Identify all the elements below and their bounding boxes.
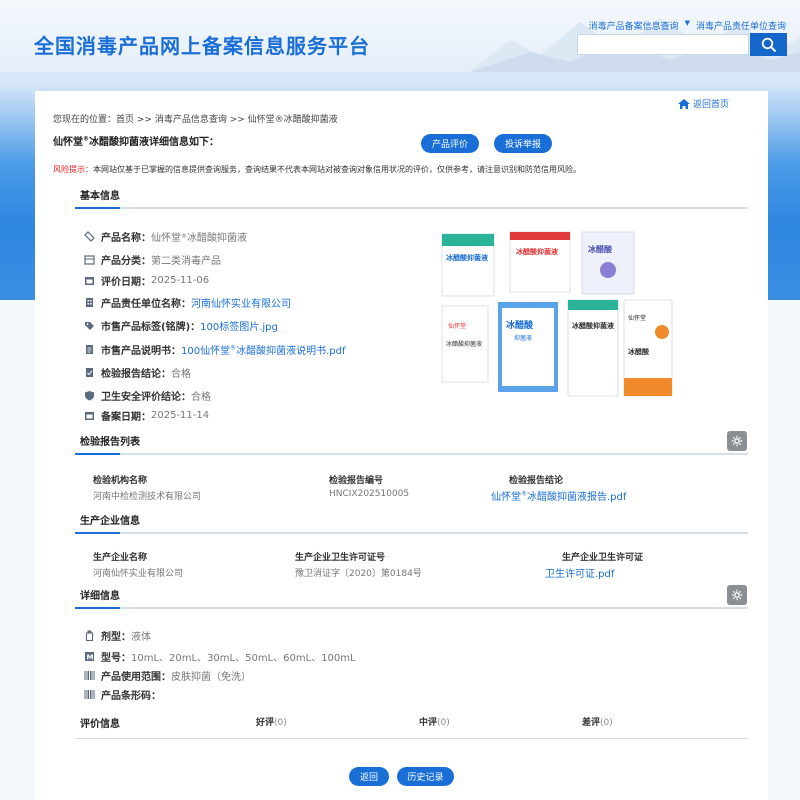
reports-heading: 检验报告列表	[80, 437, 140, 448]
basic-info-heading: 基本信息	[80, 191, 120, 202]
back-home-link[interactable]: 返回首页	[677, 97, 729, 110]
detail-title: 仙怀堂®冰醋酸抑菌液详细信息如下：	[53, 135, 219, 148]
gear-icon[interactable]	[727, 431, 747, 451]
svg-text:冰醋酸: 冰醋酸	[628, 347, 650, 356]
detail-dosage-form: 剂型： 液体	[84, 628, 151, 643]
eval-mid: 中评(0)	[419, 718, 450, 728]
col-company-name: 生产企业名称	[93, 553, 148, 563]
svg-text:抑菌液: 抑菌液	[514, 334, 532, 342]
label-image-link[interactable]: 100标签图片.jpg	[200, 318, 278, 333]
svg-text:冰醋酸: 冰醋酸	[588, 244, 613, 254]
info-product-category: 产品分类： 第二类消毒产品	[84, 252, 221, 267]
evaluation-heading: 评价信息	[80, 719, 120, 730]
report-number: HNCIX202510005	[329, 489, 410, 499]
svg-text:冰醋酸: 冰醋酸	[506, 319, 534, 331]
svg-text:冰醋酸抑菌液: 冰醋酸抑菌液	[516, 247, 559, 256]
info-test-conclusion: 检验报告结论： 合格	[84, 365, 191, 380]
section-divider	[75, 738, 748, 739]
barcode-icon	[84, 689, 95, 700]
calendar-icon	[84, 275, 95, 286]
eval-bad: 差评(0)	[582, 718, 613, 728]
col-test-org: 检验机构名称	[93, 476, 148, 486]
details-heading: 详细信息	[80, 591, 120, 602]
license-number: 豫卫消证字〔2020〕第0184号	[295, 569, 422, 579]
info-filing-date: 备案日期： 2025-11-14	[84, 408, 209, 423]
section-divider	[75, 453, 748, 455]
chevron-down-icon[interactable]: ▼	[685, 19, 690, 32]
eval-good: 好评(0)	[256, 718, 287, 728]
risk-notice: 风险提示：本网站仅基于已掌握的信息提供查询服务，查询结果不代表本网站对被查询对象…	[53, 165, 581, 174]
breadcrumb: 您现在的位置：首页 >> 消毒产品信息查询 >> 仙怀堂®冰醋酸抑菌液	[53, 115, 338, 125]
search-icon	[761, 37, 776, 52]
label-tag-icon	[84, 320, 95, 331]
home-icon	[678, 98, 690, 109]
info-responsible-company: 产品责任单位名称： 河南仙怀实业有限公司	[84, 295, 291, 310]
col-license-no: 生产企业卫生许可证号	[295, 553, 386, 563]
model-icon: M	[84, 651, 95, 662]
product-evaluate-button[interactable]: 产品评价	[421, 134, 479, 153]
license-file-link[interactable]: 卫生许可证.pdf	[545, 565, 614, 580]
info-label-image: 市售产品标签(铭牌)： 100标签图片.jpg	[84, 318, 278, 333]
search-input[interactable]	[577, 34, 749, 55]
info-product-name: 产品名称： 仙怀堂 ® 冰醋酸抑菌液	[84, 229, 247, 244]
col-report-conclusion: 检验报告结论	[509, 476, 564, 486]
report-org: 河南中检检测技术有限公司	[93, 492, 202, 502]
col-license-file: 生产企业卫生许可证	[562, 553, 644, 563]
bottle-icon	[84, 630, 95, 641]
breadcrumb-product-query[interactable]: 消毒产品信息查询	[155, 115, 227, 125]
svg-text:仙怀堂: 仙怀堂	[628, 314, 646, 322]
document-icon	[84, 344, 95, 355]
barcode-icon	[84, 670, 95, 681]
shield-icon	[84, 390, 95, 401]
svg-text:冰醋酸抑菌液: 冰醋酸抑菌液	[446, 340, 482, 348]
info-safety-conclusion: 卫生安全评价结论： 合格	[84, 388, 211, 403]
breadcrumb-current: 仙怀堂®冰醋酸抑菌液	[247, 115, 338, 125]
tag-icon	[84, 231, 95, 242]
section-divider	[75, 532, 748, 534]
detail-usage-scope: 产品使用范围： 皮肤抑菌（免洗）	[84, 668, 251, 683]
info-manual: 市售产品说明书： 100仙怀堂®冰醋酸抑菌液说明书.pdf	[84, 342, 346, 357]
section-divider	[75, 207, 748, 209]
history-button[interactable]: 历史记录	[397, 767, 454, 786]
back-button[interactable]: 返回	[349, 767, 389, 786]
svg-text:M: M	[87, 654, 94, 662]
product-image[interactable]: 冰醋酸抑菌液 冰醋酸抑菌液 冰醋酸 仙怀堂 冰醋酸抑菌液 冰醋酸 抑菌液 冰醋酸…	[440, 228, 690, 400]
report-icon	[84, 367, 95, 378]
site-header: 全国消毒产品网上备案信息服务平台 消毒产品备案信息查询 ▼ 消毒产品责任单位查询	[0, 0, 800, 72]
section-divider	[75, 607, 748, 609]
svg-text:冰醋酸抑菌液: 冰醋酸抑菌液	[572, 321, 615, 330]
info-evaluation-date: 评价日期： 2025-11-06	[84, 273, 209, 288]
nav-product-query[interactable]: 消毒产品备案信息查询	[589, 19, 679, 32]
report-file-link[interactable]: 仙怀堂®冰醋酸抑菌液报告.pdf	[491, 488, 626, 503]
search-button[interactable]	[750, 33, 787, 56]
company-link[interactable]: 河南仙怀实业有限公司	[191, 295, 291, 310]
detail-model: M 型号： 10mL、20mL、30mL、50mL、60mL、100mL	[84, 649, 356, 664]
breadcrumb-home[interactable]: 首页	[116, 115, 134, 125]
top-nav: 消毒产品备案信息查询 ▼ 消毒产品责任单位查询	[589, 19, 786, 32]
svg-text:仙怀堂: 仙怀堂	[448, 322, 466, 330]
manual-link[interactable]: 100仙怀堂®冰醋酸抑菌液说明书.pdf	[181, 342, 346, 357]
col-report-no: 检验报告编号	[329, 476, 384, 486]
calendar-icon	[84, 410, 95, 421]
nav-company-query[interactable]: 消毒产品责任单位查询	[696, 19, 786, 32]
building-icon	[84, 297, 95, 308]
gear-icon[interactable]	[727, 585, 747, 605]
company-heading: 生产企业信息	[80, 516, 140, 527]
complaint-report-button[interactable]: 投诉举报	[494, 134, 552, 153]
box-icon	[84, 254, 95, 265]
svg-text:冰醋酸抑菌液: 冰醋酸抑菌液	[446, 253, 489, 262]
site-title: 全国消毒产品网上备案信息服务平台	[34, 34, 370, 58]
company-name: 河南仙怀实业有限公司	[93, 569, 184, 579]
detail-barcode: 产品条形码：	[84, 687, 161, 702]
